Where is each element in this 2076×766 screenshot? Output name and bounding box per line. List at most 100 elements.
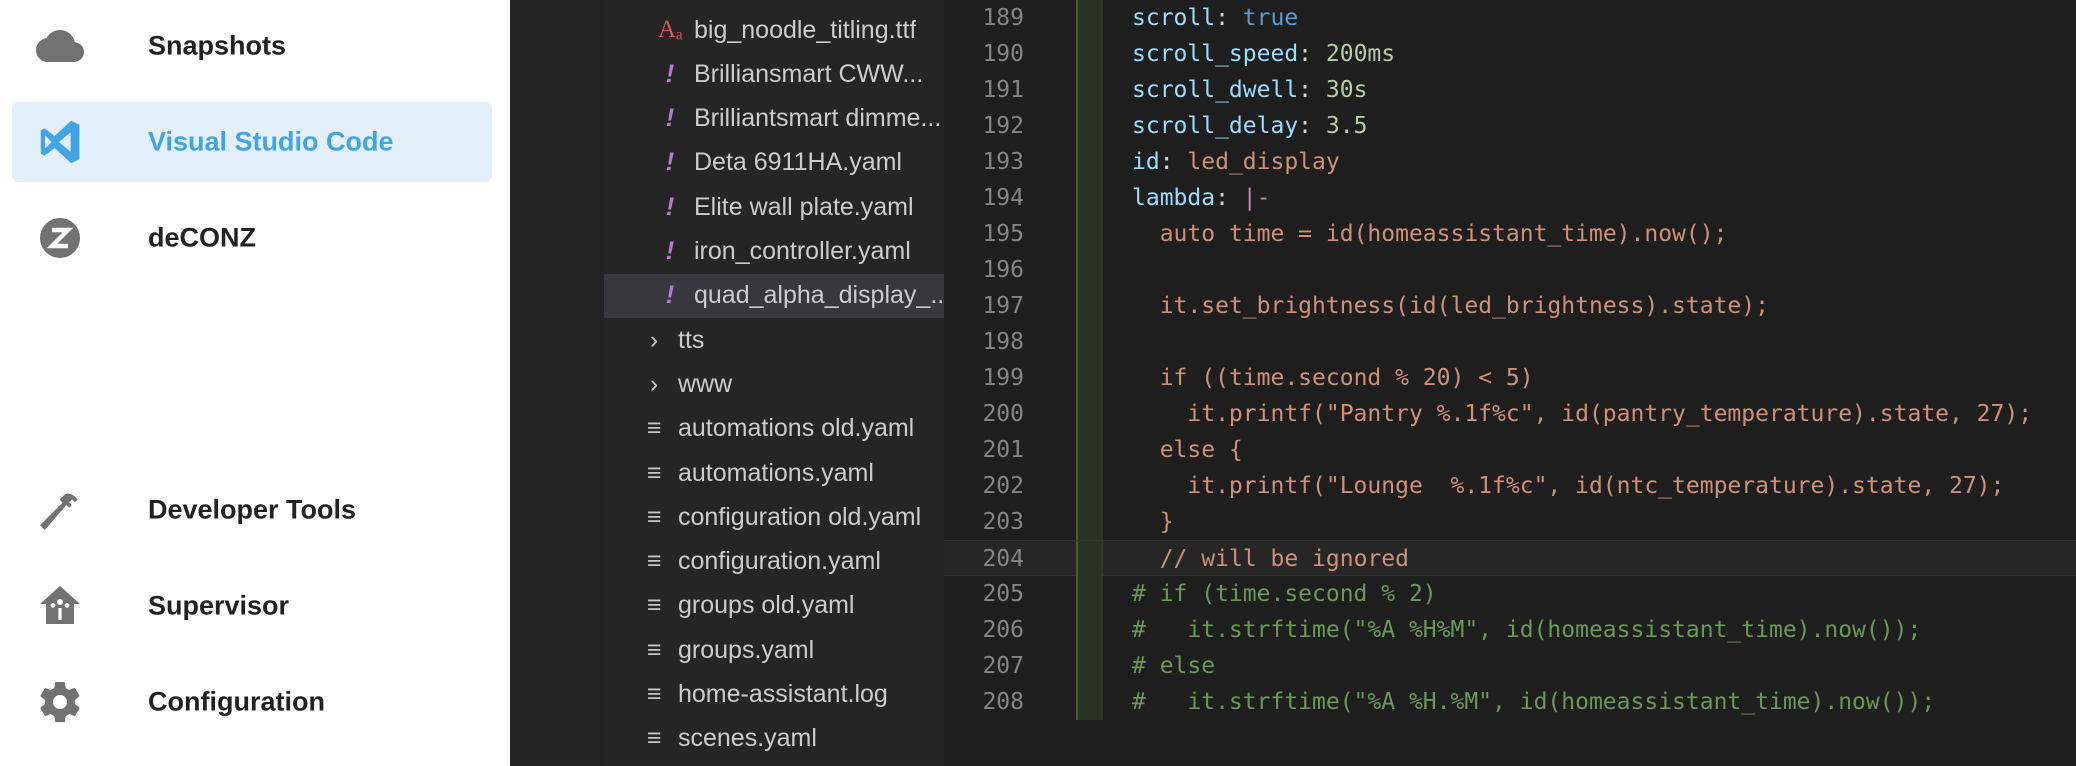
code-text: scroll_delay: 3.5 <box>1132 113 1368 139</box>
explorer-file[interactable]: ! Elite wall plate.yaml <box>604 185 944 229</box>
explorer-item-label: tts <box>678 325 705 354</box>
explorer-file[interactable]: ≡ configuration old.yaml <box>604 495 944 539</box>
code-line[interactable]: 193 id: led_display <box>944 144 2076 180</box>
code-line[interactable]: 198 <box>944 324 2076 360</box>
line-number: 195 <box>982 221 1024 247</box>
yaml-file-icon: ! <box>665 192 675 221</box>
line-number: 202 <box>982 473 1024 499</box>
explorer-file[interactable]: ! Brilliansmart CWW... <box>604 52 944 96</box>
code-text: # if (time.second % 2) <box>1132 581 1437 607</box>
code-text: # else <box>1132 653 1216 679</box>
code-line[interactable]: 207 # else <box>944 648 2076 684</box>
code-line[interactable]: 190 scroll_speed: 200ms <box>944 36 2076 72</box>
hammer-icon <box>36 486 84 534</box>
file-explorer: Aₐ big_noodle_titling.ttf! Brilliansmart C… <box>510 0 944 766</box>
code-text: else { <box>1159 437 1243 463</box>
indent-guide <box>1076 72 1132 108</box>
line-number: 201 <box>982 437 1024 463</box>
line-number: 205 <box>982 581 1024 607</box>
code-text: # it.strftime("%A %H.%M", id(homeassista… <box>1132 689 1936 715</box>
explorer-file[interactable]: ! iron_controller.yaml <box>604 230 944 274</box>
sidebar-item-snapshots[interactable]: Snapshots <box>12 6 492 86</box>
yaml-file-icon: ! <box>665 104 675 133</box>
code-line[interactable]: 194 lambda: |- <box>944 180 2076 216</box>
code-line[interactable]: 203 } <box>944 504 2076 540</box>
chevron-right-icon: › <box>649 369 659 398</box>
explorer-item-label: quad_alpha_display_... <box>694 281 944 310</box>
explorer-file[interactable]: ≡ home-assistant.log <box>604 673 944 717</box>
indent-guide <box>1076 324 1132 360</box>
code-text: scroll: true <box>1132 5 1299 31</box>
explorer-file[interactable]: ≡ groups old.yaml <box>604 584 944 628</box>
explorer-item-label: big_noodle_titling.ttf <box>694 15 917 44</box>
code-line[interactable]: 205 # if (time.second % 2) <box>944 576 2076 612</box>
code-line[interactable]: 199 if ((time.second % 20) < 5) <box>944 360 2076 396</box>
explorer-item-label: www <box>678 369 733 398</box>
indent-guide <box>1076 252 1132 288</box>
code-text: scroll_dwell: 30s <box>1132 77 1368 103</box>
code-line[interactable]: 206 # it.strftime("%A %H%M", id(homeassis… <box>944 612 2076 648</box>
yaml-file-icon: ! <box>665 59 675 88</box>
code-line[interactable]: 189 scroll: true <box>944 0 2076 36</box>
code-line[interactable]: 200 it.printf("Pantry %.1f%c", id(pantry… <box>944 396 2076 432</box>
text-file-icon: ≡ <box>646 591 662 620</box>
code-line[interactable]: 191 scroll_dwell: 30s <box>944 72 2076 108</box>
code-line[interactable]: 195 auto time = id(homeassistant_time).n… <box>944 216 2076 252</box>
sidebar-item-label: Visual Studio Code <box>148 126 394 157</box>
explorer-file[interactable]: ≡ configuration.yaml <box>604 540 944 584</box>
explorer-item-label: automations.yaml <box>678 458 874 487</box>
indent-guide <box>1076 360 1132 396</box>
line-number: 194 <box>982 185 1024 211</box>
text-file-icon: ≡ <box>646 414 662 443</box>
line-number: 191 <box>982 77 1024 103</box>
explorer-item-label: home-assistant.log <box>678 680 888 708</box>
explorer-folder[interactable]: › tts <box>604 318 944 362</box>
sidebar-item-developer-tools[interactable]: Developer Tools <box>12 470 492 550</box>
explorer-item-label: scenes.yaml <box>678 724 817 753</box>
sidebar-item-visual-studio-code[interactable]: Visual Studio Code <box>12 102 492 182</box>
code-line[interactable]: 196 <box>944 252 2076 288</box>
indent-guide <box>1076 612 1132 648</box>
code-line[interactable]: 204 // will be ignored <box>944 540 2076 577</box>
explorer-item-label: configuration.yaml <box>678 547 881 576</box>
explorer-file[interactable]: Aₐ big_noodle_titling.ttf <box>604 8 944 52</box>
line-number: 207 <box>982 653 1024 679</box>
explorer-file[interactable]: ! Brilliantsmart dimme... <box>604 97 944 141</box>
code-text: // will be ignored <box>1159 546 1409 572</box>
sidebar-item-deconz[interactable]: deCONZ <box>12 198 492 278</box>
indent-guide <box>1076 504 1132 540</box>
explorer-file[interactable]: ≡ scenes.yaml <box>604 717 944 761</box>
indent-guide <box>1076 576 1132 612</box>
sidebar-item-label: deCONZ <box>148 222 256 253</box>
code-line[interactable]: 197 it.set_brightness(id(led_brightness)… <box>944 288 2076 324</box>
code-line[interactable]: 202 it.printf("Lounge %.1f%c", id(ntc_te… <box>944 468 2076 504</box>
font-file-icon: Aₐ <box>658 16 683 43</box>
indent-guide <box>1076 468 1132 504</box>
explorer-file[interactable]: ≡ automations old.yaml <box>604 407 944 451</box>
code-line[interactable]: 208 # it.strftime("%A %H.%M", id(homeassi… <box>944 684 2076 720</box>
deconz-icon <box>36 214 84 262</box>
indent-guide <box>1076 541 1132 577</box>
indent-guide <box>1076 216 1132 252</box>
explorer-file[interactable]: ≡ automations.yaml <box>604 451 944 495</box>
indent-guide <box>1076 684 1132 720</box>
sidebar-item-label: Developer Tools <box>148 494 357 525</box>
sidebar-item-configuration[interactable]: Configuration <box>12 662 492 742</box>
explorer-folder[interactable]: › www <box>604 362 944 406</box>
yaml-file-icon: ! <box>665 281 675 310</box>
indent-guide <box>1076 36 1132 72</box>
explorer-file[interactable]: ≡ groups.yaml <box>604 628 944 672</box>
line-number: 200 <box>982 401 1024 427</box>
indent-guide <box>1076 288 1132 324</box>
code-editor[interactable]: 189 scroll: true 190 scroll_speed: 200ms 191… <box>944 0 2076 766</box>
code-line[interactable]: 201 else { <box>944 432 2076 468</box>
line-number: 198 <box>982 329 1024 355</box>
chevron-right-icon: › <box>649 325 659 354</box>
code-line[interactable]: 192 scroll_delay: 3.5 <box>944 108 2076 144</box>
code-text: lambda: |- <box>1132 185 1271 211</box>
explorer-file[interactable]: ! Deta 6911HA.yaml <box>604 141 944 185</box>
explorer-file[interactable]: ! quad_alpha_display_... <box>604 273 944 318</box>
explorer-item-label: Brilliansmart CWW... <box>694 59 924 88</box>
indent-guide <box>1076 648 1132 684</box>
sidebar-item-supervisor[interactable]: Supervisor <box>12 566 492 646</box>
